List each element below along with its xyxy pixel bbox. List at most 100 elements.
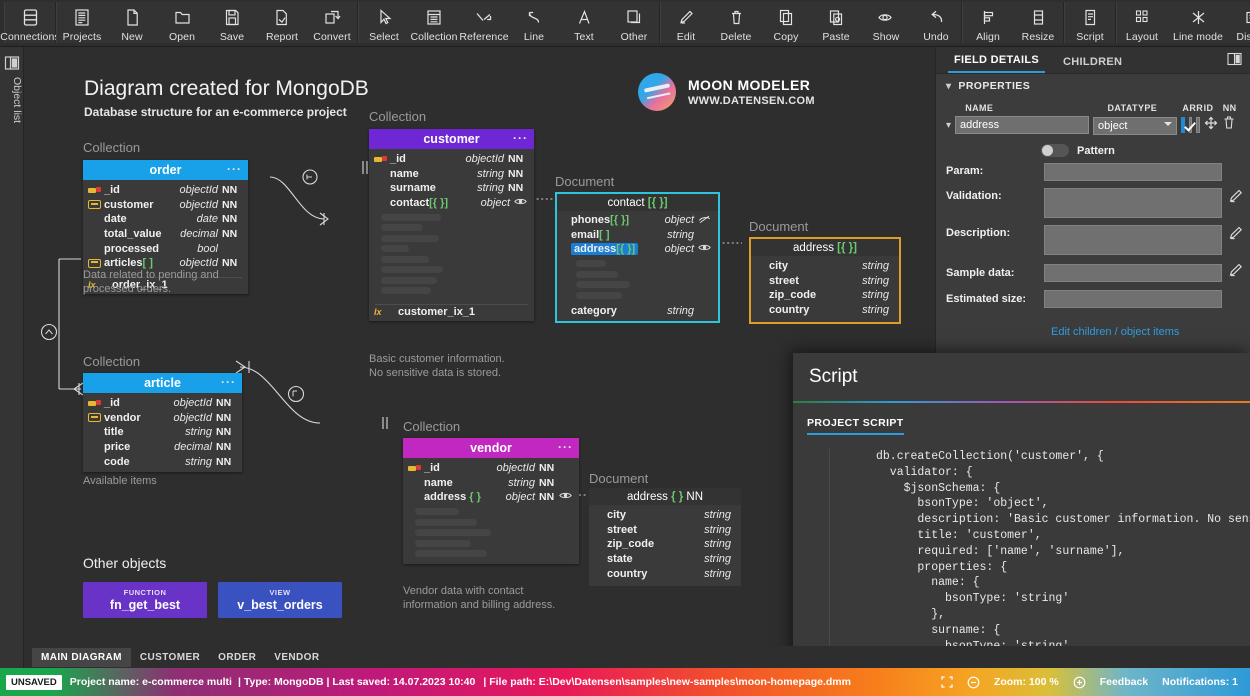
entity-order-header[interactable]: order ··· <box>83 160 248 180</box>
panel-list-icon[interactable] <box>4 55 20 71</box>
edit-children-link[interactable]: Edit children / object items <box>1051 326 1179 338</box>
description-textarea[interactable] <box>1044 225 1222 255</box>
field-row[interactable]: name string NN <box>403 476 579 491</box>
estimated-size-input[interactable] <box>1044 290 1222 308</box>
datatype-input[interactable] <box>1093 116 1178 135</box>
report-button[interactable]: Report <box>257 2 307 43</box>
show-button[interactable]: Show <box>861 2 911 43</box>
paste-button[interactable]: Paste <box>811 2 861 43</box>
field-row[interactable]: _id objectId NN <box>83 183 248 198</box>
entity-menu-icon[interactable]: ··· <box>558 440 573 454</box>
field-row[interactable]: email[ ] string <box>557 228 718 243</box>
field-row[interactable]: category string <box>557 304 718 319</box>
visibility-eye-icon[interactable] <box>514 197 528 209</box>
notifications-count[interactable]: Notifications: 1 <box>1162 676 1238 688</box>
field-row[interactable]: vendor objectId NN <box>83 411 242 426</box>
field-row[interactable]: processed bool <box>83 241 248 256</box>
projects-button[interactable]: Projects <box>57 2 107 43</box>
field-row[interactable]: city string <box>589 508 741 523</box>
entity-customer[interactable]: customer ··· _id objectId NN name string… <box>369 129 534 322</box>
field-row[interactable]: zip_code string <box>751 288 899 303</box>
text-button[interactable]: Text <box>559 2 609 43</box>
field-row[interactable]: city string <box>751 259 899 274</box>
display-button[interactable]: Display <box>1229 2 1250 43</box>
field-row[interactable]: price decimal NN <box>83 440 242 455</box>
field-row[interactable]: zip_code string <box>589 537 741 552</box>
chevron-down-icon[interactable]: ▾ <box>946 81 951 92</box>
delete-button[interactable]: Delete <box>711 2 761 43</box>
document-address-customer[interactable]: address [{ }] city string street string … <box>749 237 901 325</box>
copy-button[interactable]: Copy <box>761 2 811 43</box>
edit-button[interactable]: Edit <box>661 2 711 43</box>
reference-button[interactable]: Reference <box>459 2 509 43</box>
field-row[interactable]: contact[{ }] object <box>369 196 534 211</box>
entity-menu-icon[interactable]: ··· <box>221 375 236 389</box>
select-button[interactable]: Select <box>359 2 409 43</box>
field-row[interactable]: street string <box>751 274 899 289</box>
visibility-eye-icon[interactable] <box>698 243 712 255</box>
zoom-out-icon[interactable] <box>967 676 980 689</box>
delete-field-icon[interactable] <box>1222 115 1236 135</box>
properties-section-header[interactable]: ▾ PROPERTIES <box>936 74 1250 97</box>
entity-menu-icon[interactable]: ··· <box>227 162 242 176</box>
tab-field-details[interactable]: FIELD DETAILS <box>948 54 1045 73</box>
visibility-eye-icon[interactable] <box>559 491 573 503</box>
datatype-select[interactable] <box>1093 116 1178 135</box>
field-row[interactable]: _id objectId NN <box>403 461 579 476</box>
other-button[interactable]: Other <box>609 2 659 43</box>
line-button[interactable]: Line <box>509 2 559 43</box>
entity-article[interactable]: article ··· _id objectId NN vendor objec… <box>83 373 242 472</box>
object-view-v-best-orders[interactable]: VIEW v_best_orders <box>218 582 342 618</box>
convert-button[interactable]: Convert <box>307 2 357 43</box>
zoom-in-icon[interactable] <box>1073 676 1086 689</box>
tab-project-script[interactable]: PROJECT SCRIPT <box>807 417 904 435</box>
layout-button[interactable]: Layout <box>1117 2 1167 43</box>
undo-button[interactable]: Undo <box>911 2 961 43</box>
save-button[interactable]: Save <box>207 2 257 43</box>
entity-vendor-header[interactable]: vendor ··· <box>403 438 579 458</box>
document-contact[interactable]: contact [{ }] phones[{ }] object email[ … <box>555 192 720 324</box>
connections-button[interactable]: Connections <box>0 2 60 43</box>
edit-sample-data-pencil-icon[interactable] <box>1228 262 1244 283</box>
tab-order[interactable]: ORDER <box>209 648 265 667</box>
document-address-vendor[interactable]: address { } NN city string street string… <box>589 488 741 586</box>
edit-description-pencil-icon[interactable] <box>1228 225 1244 246</box>
index-row[interactable]: Ix customer_ix_1 <box>369 306 534 322</box>
chevron-down-icon[interactable] <box>1164 121 1173 126</box>
field-row[interactable]: phones[{ }] object <box>557 213 718 228</box>
open-button[interactable]: Open <box>157 2 207 43</box>
visibility-hidden-eye-icon[interactable] <box>698 214 712 227</box>
nn-checkbox[interactable] <box>1196 117 1200 133</box>
arr-checkbox[interactable] <box>1181 117 1185 133</box>
pattern-toggle[interactable] <box>1041 144 1069 157</box>
fit-screen-icon[interactable] <box>941 676 953 688</box>
feedback-link[interactable]: Feedback <box>1100 676 1148 688</box>
validation-textarea[interactable] <box>1044 188 1222 218</box>
entity-menu-icon[interactable]: ··· <box>513 131 528 145</box>
field-row[interactable]: date date NN <box>83 212 248 227</box>
field-row[interactable]: address { } object NN <box>403 490 579 505</box>
new-button[interactable]: New <box>107 2 157 43</box>
collection-button[interactable]: Collection <box>409 2 459 43</box>
field-row[interactable]: customer objectId NN <box>83 198 248 213</box>
field-row[interactable]: country string <box>589 566 741 581</box>
object-list-rail[interactable]: Object list <box>0 47 24 668</box>
field-row[interactable]: _id objectId NN <box>83 396 242 411</box>
tab-children[interactable]: CHILDREN <box>1057 56 1128 73</box>
field-row[interactable]: state string <box>589 552 741 567</box>
edit-validation-pencil-icon[interactable] <box>1228 188 1244 209</box>
move-handle-icon[interactable] <box>1204 116 1218 135</box>
entity-vendor[interactable]: vendor ··· _id objectId NN name string N… <box>403 438 579 564</box>
entity-article-header[interactable]: article ··· <box>83 373 242 393</box>
line-mode-button[interactable]: Line mode <box>1167 2 1229 43</box>
split-panel-icon[interactable] <box>1227 52 1242 66</box>
field-row[interactable]: total_value decimal NN <box>83 227 248 242</box>
expand-chevron-icon[interactable]: ▾ <box>946 120 951 131</box>
field-row[interactable]: street string <box>589 523 741 538</box>
field-name-input[interactable] <box>955 116 1090 134</box>
field-row-selected[interactable]: address[{ }] object <box>557 242 718 257</box>
tab-customer[interactable]: CUSTOMER <box>131 648 209 667</box>
sample-data-input[interactable] <box>1044 263 1222 282</box>
resize-button[interactable]: Resize <box>1013 2 1063 43</box>
field-row[interactable]: name string NN <box>369 167 534 182</box>
